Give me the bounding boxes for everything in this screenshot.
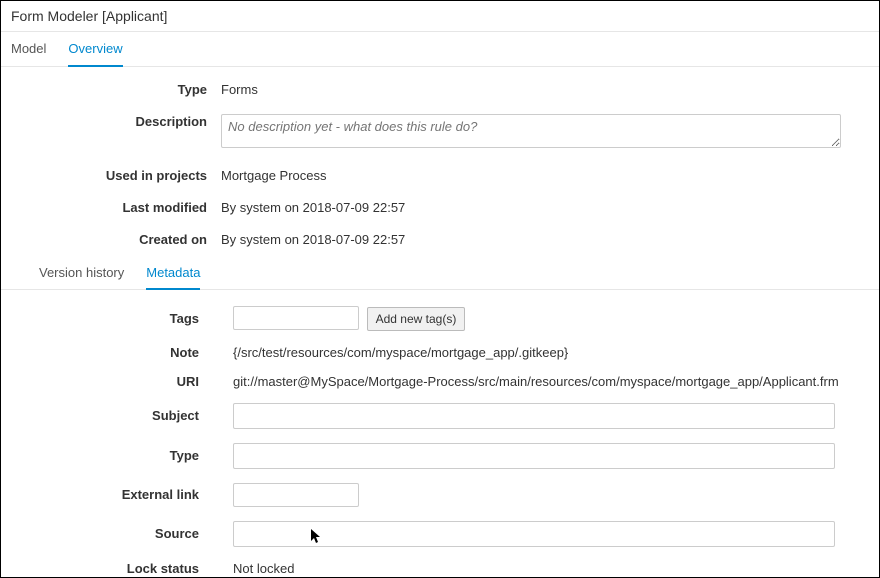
type-input[interactable] <box>233 443 835 469</box>
subtab-metadata[interactable]: Metadata <box>146 257 200 290</box>
label-created-on: Created on <box>11 229 221 247</box>
tab-model[interactable]: Model <box>11 32 46 66</box>
label-subject: Subject <box>11 408 233 423</box>
label-description: Description <box>11 111 221 129</box>
tags-input[interactable] <box>233 306 359 330</box>
label-note: Note <box>11 345 233 360</box>
value-note: {/src/test/resources/com/myspace/mortgag… <box>233 345 869 360</box>
sub-tabs: Version history Metadata <box>1 257 879 290</box>
subject-input[interactable] <box>233 403 835 429</box>
value-type: Forms <box>221 79 869 97</box>
label-last-modified: Last modified <box>11 197 221 215</box>
external-link-input[interactable] <box>233 483 359 507</box>
value-uri: git://master@MySpace/Mortgage-Process/sr… <box>233 374 869 389</box>
label-used-in-projects: Used in projects <box>11 165 221 183</box>
value-used-in-projects: Mortgage Process <box>221 165 869 183</box>
value-created-on: By system on 2018-07-09 22:57 <box>221 229 869 247</box>
window-title: Form Modeler [Applicant] <box>1 1 879 32</box>
label-uri: URI <box>11 374 233 389</box>
add-tag-button[interactable]: Add new tag(s) <box>367 307 466 331</box>
source-input[interactable] <box>233 521 835 547</box>
metadata-section: Tags Add new tag(s) Note {/src/test/reso… <box>1 290 879 576</box>
label-tags: Tags <box>11 311 233 326</box>
label-source: Source <box>11 526 233 541</box>
subtab-version-history[interactable]: Version history <box>39 257 124 289</box>
tab-overview[interactable]: Overview <box>68 32 122 67</box>
value-lock-status: Not locked <box>233 561 869 576</box>
main-tabs: Model Overview <box>1 32 879 67</box>
value-last-modified: By system on 2018-07-09 22:57 <box>221 197 869 215</box>
overview-section: Type Forms Description Used in projects … <box>1 67 879 247</box>
label-external-link: External link <box>11 487 233 502</box>
label-type: Type <box>11 79 221 97</box>
label-lock-status: Lock status <box>11 561 233 576</box>
description-textarea[interactable] <box>221 114 841 148</box>
label-meta-type: Type <box>11 448 233 463</box>
